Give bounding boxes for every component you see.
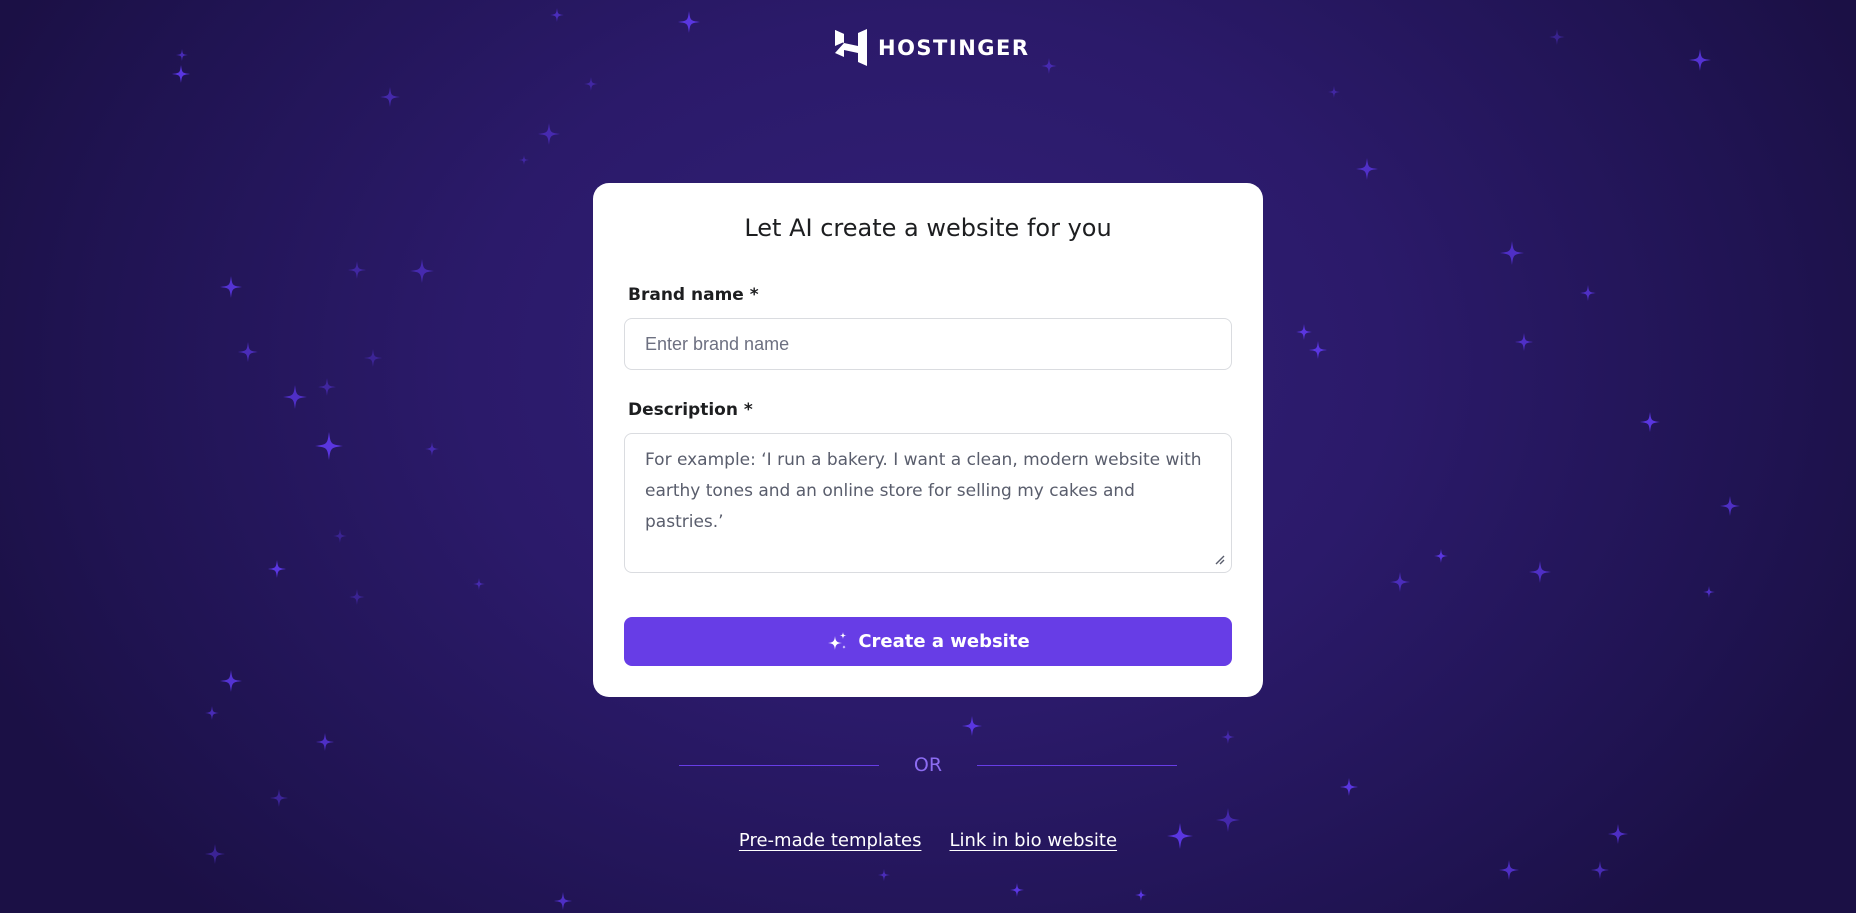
link-in-bio-link[interactable]: Link in bio website <box>949 830 1117 851</box>
alternative-links: Pre-made templates Link in bio website <box>0 830 1856 851</box>
description-textarea[interactable] <box>624 433 1232 573</box>
or-text: OR <box>913 754 943 776</box>
or-divider: OR <box>679 752 1177 778</box>
description-label: Description * <box>628 400 753 420</box>
resize-handle-icon[interactable] <box>1213 553 1225 565</box>
brand-name-input[interactable] <box>624 318 1232 370</box>
brand-name-label: Brand name * <box>628 285 759 305</box>
hostinger-logo[interactable]: HOSTINGER <box>834 29 1030 67</box>
sparkles-icon <box>828 631 847 650</box>
premade-templates-link[interactable]: Pre-made templates <box>739 830 922 851</box>
card-title: Let AI create a website for you <box>744 214 1112 242</box>
hostinger-h-icon <box>835 29 867 66</box>
create-website-label: Create a website <box>858 631 1030 652</box>
create-website-button[interactable]: Create a website <box>624 617 1232 666</box>
divider-line-right <box>977 764 1177 766</box>
divider-line-left <box>679 764 879 766</box>
brand-name: HOSTINGER <box>878 36 1030 60</box>
